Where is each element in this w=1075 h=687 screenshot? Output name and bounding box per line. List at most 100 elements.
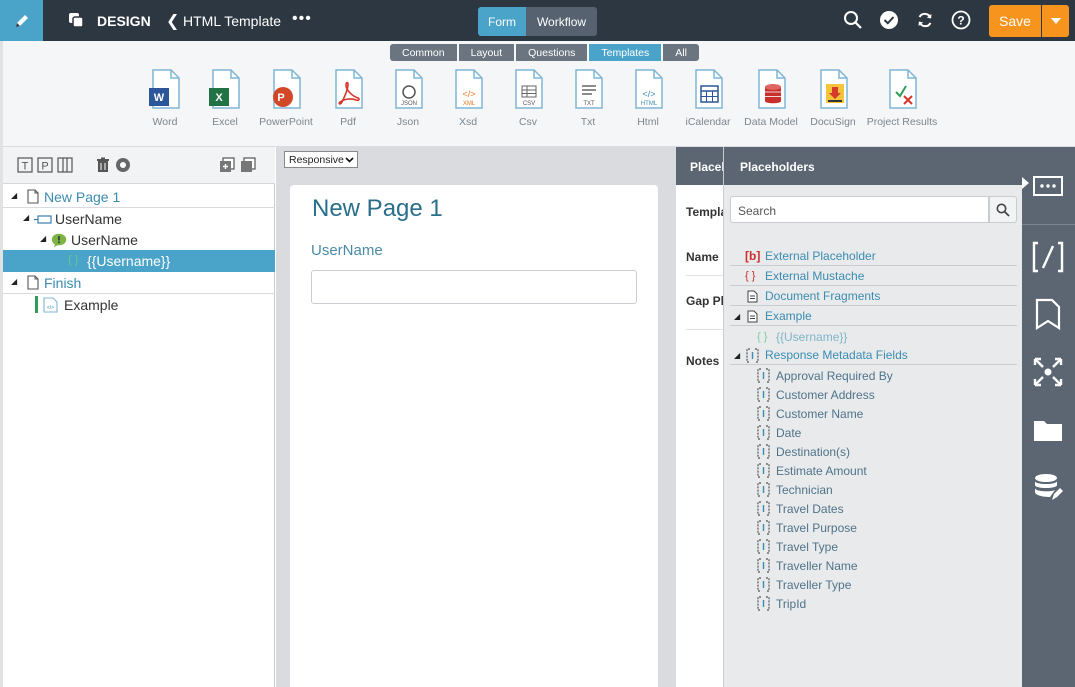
- metadata-field-icon: [757, 482, 770, 497]
- mustache-icon: { }: [757, 330, 768, 343]
- view-mode-select[interactable]: Responsive: [284, 151, 358, 168]
- tab-form[interactable]: Form: [478, 7, 526, 36]
- check-circle-icon[interactable]: [879, 10, 899, 30]
- tree-item-example[interactable]: </> Example: [3, 294, 275, 316]
- metadata-field-item[interactable]: Traveller Type: [730, 575, 1017, 594]
- help-icon[interactable]: ?: [951, 10, 971, 30]
- metadata-field-item[interactable]: Estimate Amount: [730, 461, 1017, 480]
- svg-text:</>: </>: [47, 305, 54, 311]
- metadata-field-item[interactable]: Date: [730, 423, 1017, 442]
- metadata-field-item[interactable]: Traveller Name: [730, 556, 1017, 575]
- question-icon: [51, 233, 67, 247]
- svg-text:</>: </>: [642, 89, 655, 99]
- metadata-field-item[interactable]: Destination(s): [730, 442, 1017, 461]
- svg-text:</>: </>: [462, 89, 475, 99]
- delete-icon[interactable]: [95, 157, 111, 173]
- expand-triangle-icon[interactable]: ◢: [11, 277, 17, 286]
- svg-text:P: P: [41, 161, 48, 173]
- visibility-icon[interactable]: [115, 157, 131, 173]
- page-icon: [27, 189, 39, 204]
- copy-icon[interactable]: [240, 157, 256, 173]
- metadata-field-icon: [757, 368, 770, 383]
- ribbon-tab-common[interactable]: Common: [390, 44, 457, 61]
- metadata-field-label: Traveller Name: [776, 558, 858, 573]
- tree-item-label: Example: [64, 297, 119, 313]
- ribbon-tab-questions[interactable]: Questions: [516, 44, 588, 61]
- placeholder-box-icon: [1033, 176, 1063, 196]
- expand-triangle-icon[interactable]: ◢: [734, 351, 740, 360]
- tree-item-finish[interactable]: ◢ Finish: [3, 272, 275, 294]
- ribbon-tab-all[interactable]: All: [663, 44, 699, 61]
- username-input[interactable]: [311, 270, 637, 304]
- placeholder-group-external-placeholder[interactable]: [b] External Placeholder: [730, 247, 1017, 266]
- placeholder-group-label: External Placeholder: [765, 249, 876, 263]
- placeholders-header: Placeholders: [724, 147, 1023, 185]
- placeholder-group-document-fragments[interactable]: Document Fragments: [730, 287, 1017, 306]
- folder-icon[interactable]: [1032, 414, 1064, 446]
- placeholder-label: {{Username}}: [776, 329, 848, 344]
- text-view-icon[interactable]: T: [17, 157, 33, 173]
- save-button[interactable]: Save: [989, 5, 1041, 37]
- json-icon: JSON: [395, 69, 423, 109]
- add-page-icon[interactable]: [219, 157, 235, 173]
- back-chevron-icon[interactable]: ❮: [166, 11, 179, 31]
- metadata-field-icon: [757, 425, 770, 440]
- search-icon[interactable]: [843, 10, 863, 30]
- tab-workflow[interactable]: Workflow: [526, 7, 597, 36]
- csv-icon: CSV: [515, 69, 543, 109]
- calendar-icon: [695, 69, 723, 109]
- canvas-toolbar: Responsive: [276, 147, 668, 171]
- refresh-icon[interactable]: [915, 10, 935, 30]
- panel-divider: [668, 147, 676, 687]
- edit-button[interactable]: [0, 0, 43, 41]
- database-icon: [758, 69, 786, 109]
- search-button[interactable]: [989, 196, 1017, 223]
- metadata-field-item[interactable]: TripId: [730, 594, 1017, 613]
- metadata-field-item[interactable]: Customer Name: [730, 404, 1017, 423]
- placeholders-panel: Placeholders Search [b] External Placeho…: [723, 147, 1023, 687]
- metadata-field-label: Destination(s): [776, 444, 851, 459]
- placeholder-group-external-mustache[interactable]: { } External Mustache: [730, 267, 1017, 286]
- metadata-field-item[interactable]: Technician: [730, 480, 1017, 499]
- tree-item-username-question[interactable]: ◢ UserName: [3, 229, 275, 251]
- page-title[interactable]: New Page 1: [312, 195, 443, 223]
- rail-placeholders-tab[interactable]: [1022, 147, 1075, 225]
- tree-item-username-placeholder[interactable]: { } {{Username}}: [3, 250, 275, 272]
- expand-triangle-icon[interactable]: ◢: [11, 191, 17, 200]
- placeholder-username[interactable]: { } {{Username}}: [730, 327, 1017, 346]
- metadata-field-item[interactable]: Travel Purpose: [730, 518, 1017, 537]
- database-edit-icon[interactable]: [1032, 472, 1064, 504]
- metadata-field-item[interactable]: Customer Address: [730, 385, 1017, 404]
- metadata-field-item[interactable]: Travel Dates: [730, 499, 1017, 518]
- metadata-field-item[interactable]: Approval Required By: [730, 366, 1017, 385]
- placeholder-search-input[interactable]: Search: [730, 196, 989, 223]
- tree-item-new-page-1[interactable]: ◢ New Page 1: [3, 186, 275, 208]
- field-label[interactable]: UserName: [311, 242, 383, 259]
- excel-icon: X: [209, 69, 240, 109]
- tool-project-results[interactable]: Project Results: [867, 68, 937, 130]
- page-view-icon[interactable]: P: [37, 157, 53, 173]
- ribbon-tab-templates[interactable]: Templates: [589, 44, 662, 61]
- more-options-button[interactable]: •••: [292, 10, 312, 28]
- expand-arrows-icon[interactable]: [1032, 356, 1064, 388]
- placeholder-group-response-metadata[interactable]: ◢ Response Metadata Fields: [730, 346, 1017, 365]
- tree-item-label: Finish: [44, 274, 82, 291]
- tool-docusign[interactable]: DocuSign: [801, 68, 865, 130]
- expand-triangle-icon[interactable]: ◢: [23, 213, 29, 222]
- columns-view-icon[interactable]: [57, 157, 73, 173]
- placeholder-group-label: Example: [765, 309, 812, 323]
- metadata-field-item[interactable]: Travel Type: [730, 537, 1017, 556]
- svg-text:HTML: HTML: [641, 101, 658, 107]
- tree-item-username-section[interactable]: ◢ UserName: [3, 208, 275, 230]
- ribbon-tab-layout[interactable]: Layout: [458, 44, 515, 61]
- document-icon: [747, 310, 758, 323]
- property-label: Notes: [686, 354, 720, 368]
- properties-panel: Placeholders Template Name Gap Placehold…: [676, 147, 726, 687]
- code-brackets-icon[interactable]: [1032, 241, 1064, 273]
- expand-triangle-icon[interactable]: ◢: [40, 234, 46, 243]
- save-options-dropdown[interactable]: [1042, 5, 1069, 37]
- placeholder-group-example[interactable]: ◢ Example: [730, 307, 1017, 326]
- docusign-icon: [820, 69, 848, 109]
- expand-triangle-icon[interactable]: ◢: [734, 312, 740, 321]
- bookmark-document-icon[interactable]: [1032, 298, 1064, 330]
